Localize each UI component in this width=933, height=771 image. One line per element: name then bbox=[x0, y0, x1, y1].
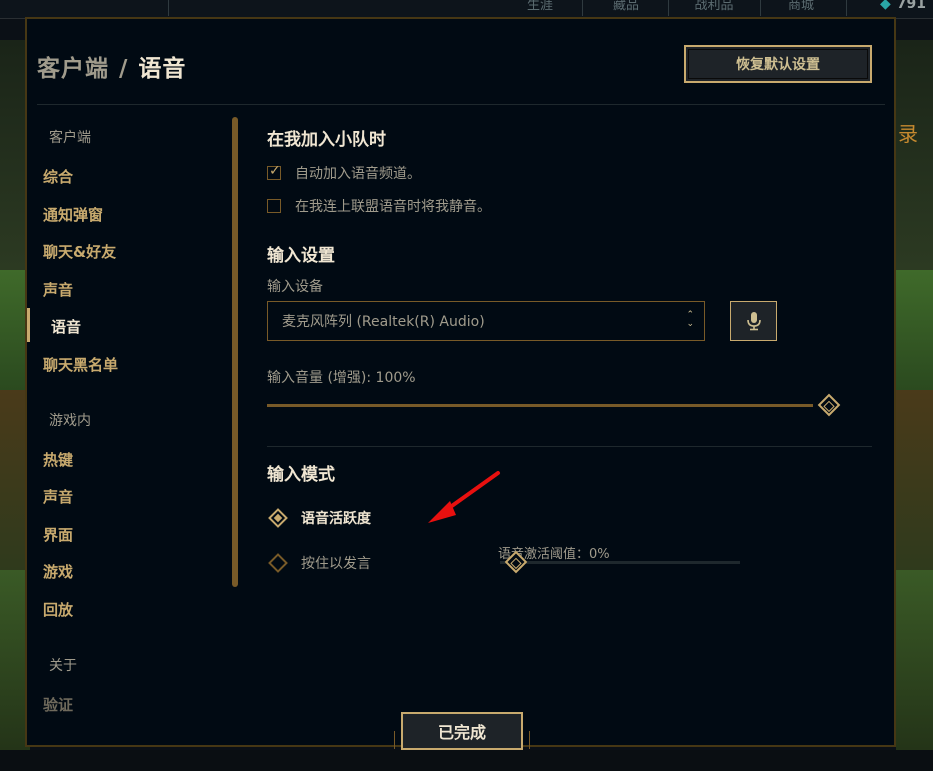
section-divider bbox=[267, 446, 872, 447]
sidebar-item-voice[interactable]: 语音 bbox=[51, 316, 81, 337]
nav-tab-collection[interactable]: 藏品 bbox=[590, 0, 662, 16]
sidebar-group-about: 关于 bbox=[49, 658, 77, 674]
nav-divider bbox=[168, 0, 169, 16]
breadcrumb-separator: / bbox=[119, 56, 129, 82]
sidebar-item-general[interactable]: 综合 bbox=[43, 166, 73, 187]
mic-test-button[interactable] bbox=[730, 301, 777, 341]
sidebar-item-hotkeys[interactable]: 热键 bbox=[43, 449, 73, 470]
input-device-value: 麦克风阵列 (Realtek(R) Audio) bbox=[282, 314, 485, 330]
mute-on-join-checkbox[interactable] bbox=[267, 199, 281, 213]
nav-tab-loot[interactable]: 战利品 bbox=[675, 0, 753, 16]
input-mode-title: 输入模式 bbox=[267, 465, 335, 485]
push-to-talk-option[interactable]: 按住以发言 bbox=[267, 553, 371, 573]
chevron-up-down-icon: ⌃ ⌄ bbox=[686, 310, 694, 329]
header-divider bbox=[37, 104, 885, 105]
background-card bbox=[896, 40, 933, 270]
mute-on-join-label: 在我连上联盟语音时将我静音。 bbox=[295, 199, 491, 215]
auto-join-label: 自动加入语音频道。 bbox=[295, 166, 421, 182]
input-volume-slider-track[interactable] bbox=[267, 404, 813, 407]
done-frame-left bbox=[394, 731, 395, 749]
done-frame-right bbox=[529, 731, 530, 749]
breadcrumb-parent[interactable]: 客户端 bbox=[37, 56, 109, 82]
sidebar-group-client: 客户端 bbox=[49, 130, 91, 146]
input-settings-title: 输入设置 bbox=[267, 246, 335, 266]
breadcrumb: 客户端 / 语音 bbox=[37, 49, 186, 83]
nav-divider bbox=[582, 0, 583, 16]
red-arrow-annotation bbox=[428, 471, 500, 523]
party-section-title: 在我加入小队时 bbox=[267, 130, 386, 150]
currency-display: ◆ 791 bbox=[880, 0, 926, 12]
input-device-label: 输入设备 bbox=[267, 279, 323, 295]
settings-dialog: 客户端 / 语音 恢复默认设置 客户端 综合 通知弹窗 聊天&好友 声音 语音 聊天… bbox=[25, 17, 896, 750]
input-volume-label: 输入音量 (增强): 100% bbox=[267, 370, 416, 386]
sidebar-item-ingame-sound[interactable]: 声音 bbox=[43, 486, 73, 507]
reset-defaults-button[interactable]: 恢复默认设置 bbox=[684, 45, 872, 83]
voice-activity-option[interactable]: 语音活跃度 bbox=[267, 508, 371, 528]
mute-on-join-option[interactable]: 在我连上联盟语音时将我静音。 bbox=[267, 196, 491, 216]
sidebar-item-sound[interactable]: 声音 bbox=[43, 279, 73, 300]
voice-activity-label: 语音活跃度 bbox=[301, 511, 371, 527]
sidebar-item-chat-blocklist[interactable]: 聊天黑名单 bbox=[43, 354, 118, 375]
auto-join-voice-option[interactable]: ✓ 自动加入语音频道。 bbox=[267, 163, 421, 183]
sidebar-item-chat-friends[interactable]: 聊天&好友 bbox=[43, 241, 116, 262]
sidebar-item-interface[interactable]: 界面 bbox=[43, 524, 73, 545]
currency-value: 791 bbox=[896, 0, 927, 12]
background-side-text: 录 bbox=[898, 122, 918, 146]
sidebar-item-replays[interactable]: 回放 bbox=[43, 599, 73, 620]
done-button[interactable]: 已完成 bbox=[401, 712, 523, 750]
auto-join-checkbox[interactable]: ✓ bbox=[267, 163, 281, 180]
breadcrumb-current: 语音 bbox=[138, 56, 187, 82]
background-card bbox=[896, 270, 933, 390]
sidebar-active-indicator bbox=[27, 308, 30, 342]
push-to-talk-label: 按住以发言 bbox=[301, 556, 371, 572]
check-icon: ✓ bbox=[269, 163, 281, 179]
nav-divider bbox=[668, 0, 669, 16]
sidebar-group-ingame: 游戏内 bbox=[49, 413, 91, 429]
background-card bbox=[896, 390, 933, 570]
sidebar-item-verification[interactable]: 验证 bbox=[43, 694, 73, 715]
background-card bbox=[896, 570, 933, 750]
microphone-icon bbox=[746, 312, 761, 331]
sidebar-item-notifications[interactable]: 通知弹窗 bbox=[43, 204, 103, 225]
nav-tab-career[interactable]: 生涯 bbox=[505, 0, 575, 16]
push-to-talk-radio[interactable] bbox=[268, 553, 288, 573]
nav-divider bbox=[846, 0, 847, 16]
input-volume-slider-handle[interactable] bbox=[817, 393, 841, 417]
sidebar-item-game[interactable]: 游戏 bbox=[43, 561, 73, 582]
nav-tab-store[interactable]: 商城 bbox=[765, 0, 837, 16]
voice-threshold-slider-track[interactable] bbox=[500, 561, 740, 564]
input-device-dropdown[interactable]: 麦克风阵列 (Realtek(R) Audio) ⌃ ⌄ bbox=[267, 301, 705, 341]
sidebar-scrollbar[interactable] bbox=[232, 117, 238, 587]
settings-sidebar: 客户端 综合 通知弹窗 聊天&好友 声音 语音 聊天黑名单 游戏内 热键 声音 … bbox=[27, 114, 227, 734]
bottom-bar bbox=[0, 750, 933, 771]
nav-divider bbox=[760, 0, 761, 16]
voice-activity-radio[interactable] bbox=[268, 508, 288, 528]
